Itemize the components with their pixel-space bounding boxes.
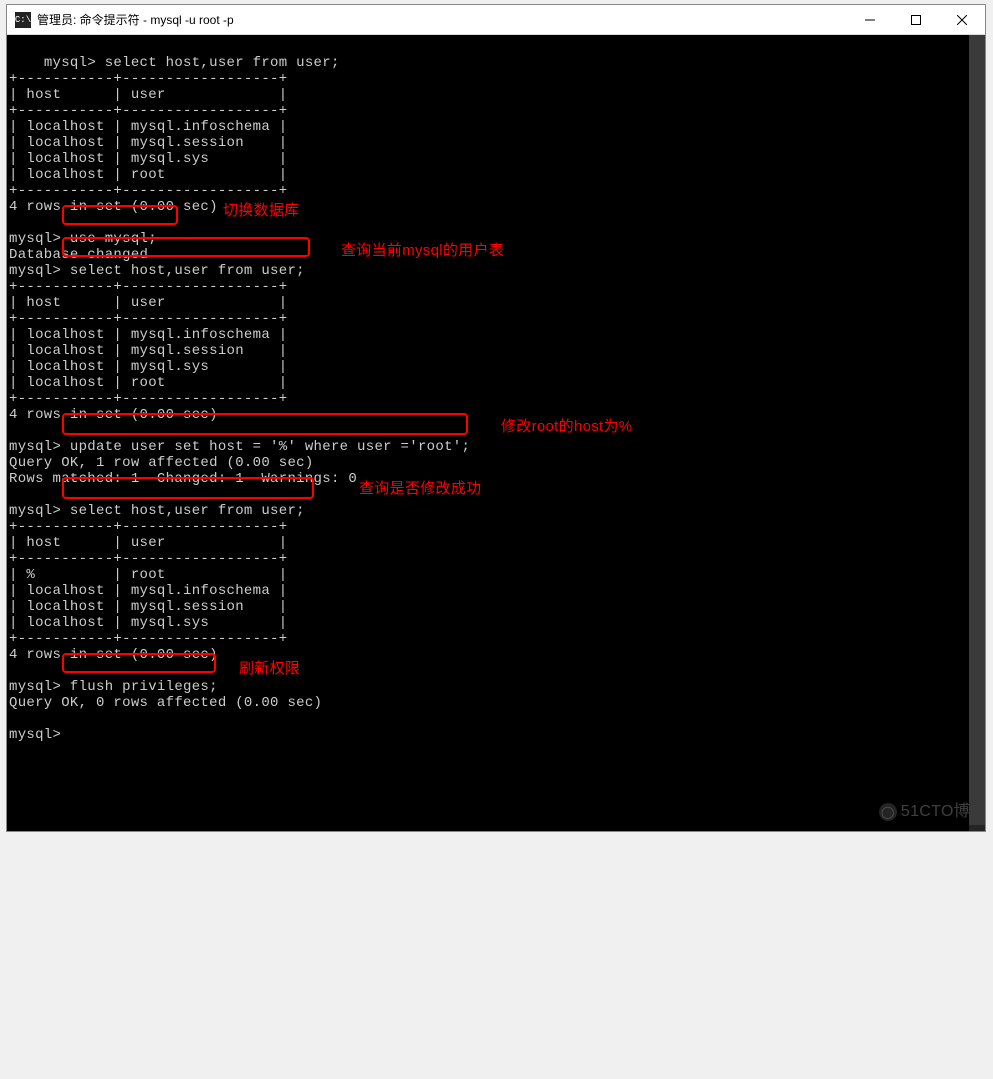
minimize-button[interactable] bbox=[847, 5, 893, 35]
window-title: 管理员: 命令提示符 - mysql -u root -p bbox=[37, 11, 847, 28]
scrollbar-thumb[interactable] bbox=[969, 35, 985, 825]
titlebar: C:\ 管理员: 命令提示符 - mysql -u root -p bbox=[7, 5, 985, 35]
annotation-label-1: 切换数据库 bbox=[223, 203, 300, 219]
watermark: ◯ 51CTO博 bbox=[879, 803, 970, 821]
annotation-label-5: 刷新权限 bbox=[239, 661, 300, 677]
close-button[interactable] bbox=[939, 5, 985, 35]
cmd-icon: C:\ bbox=[15, 12, 31, 28]
annotation-label-4: 查询是否修改成功 bbox=[359, 481, 481, 497]
cmd-window: C:\ 管理员: 命令提示符 - mysql -u root -p mysql>… bbox=[6, 4, 986, 832]
annotation-label-2: 查询当前mysql的用户表 bbox=[341, 243, 504, 259]
annotation-label-3: 修改root的host为% bbox=[501, 419, 632, 435]
terminal-output: mysql> select host,user from user; +----… bbox=[9, 55, 470, 743]
maximize-button[interactable] bbox=[893, 5, 939, 35]
window-controls bbox=[847, 5, 985, 34]
scrollbar-track[interactable] bbox=[969, 35, 985, 831]
watermark-icon: ◯ bbox=[879, 803, 897, 821]
watermark-text: 51CTO博 bbox=[901, 804, 970, 820]
terminal-area[interactable]: mysql> select host,user from user; +----… bbox=[7, 35, 985, 831]
